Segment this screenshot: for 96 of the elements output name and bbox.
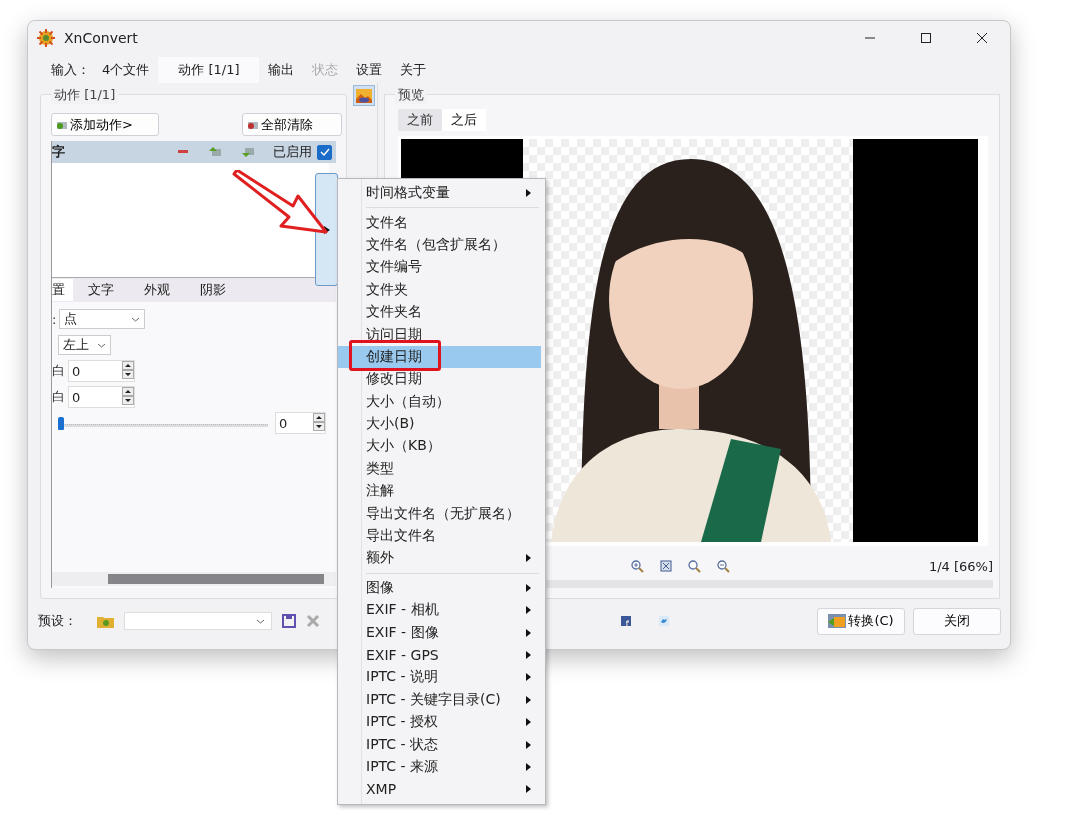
add-action-button[interactable]: 添加动作> (51, 113, 159, 137)
dropdown[interactable]: 点 (59, 309, 146, 330)
folder-icon[interactable] (97, 614, 114, 628)
tab[interactable]: 输出 (259, 57, 304, 84)
window-title: XnConvert (64, 30, 138, 46)
submenu-arrow-icon (526, 695, 531, 704)
remove-icon[interactable] (178, 150, 188, 155)
zoom-in-icon[interactable] (631, 559, 644, 573)
tab[interactable]: 之前 (398, 109, 442, 132)
menu-item[interactable]: 图像 (338, 576, 545, 600)
chevron-icon (256, 618, 265, 624)
close-dialog-button[interactable]: 关闭 (913, 607, 1001, 635)
chevron-icon (131, 316, 141, 322)
menu-item[interactable]: 导出文件名（无扩展名） (338, 502, 545, 525)
tab[interactable]: 阴影 (185, 279, 241, 302)
menu-item[interactable]: 大小（自动） (338, 390, 545, 413)
menu-item[interactable]: 文件编号 (338, 256, 545, 279)
field-label: 白 (52, 362, 65, 381)
menu-item[interactable]: 文件名 (338, 211, 545, 234)
group-title: 预览 (395, 86, 427, 105)
menu-item[interactable]: 文件夹 (338, 278, 545, 301)
image-icon (356, 88, 372, 103)
menu-item[interactable]: 文件名（包含扩展名） (338, 233, 545, 257)
preset-label: 预设： (38, 612, 77, 631)
submenu-arrow-icon (526, 583, 531, 592)
group-title: 动作 [1/1] (51, 86, 119, 105)
tab[interactable]: 输入： 4个文件 (42, 57, 159, 84)
tab[interactable]: 关于 (391, 57, 436, 84)
close-icon (976, 32, 988, 44)
move-up-icon[interactable] (209, 147, 221, 158)
tab[interactable]: 动作 [1/1] (158, 57, 260, 84)
spinner-arrows-icon[interactable] (313, 412, 325, 431)
enabled-label: 已启用 (273, 143, 312, 162)
number-field[interactable]: 0 (68, 360, 135, 383)
number-field[interactable]: 0 (68, 386, 135, 409)
menu-item[interactable]: IPTC - 来源 (338, 755, 545, 779)
add-icon (56, 119, 68, 130)
tab[interactable]: 外观 (129, 279, 185, 302)
submenu-arrow-icon (526, 718, 531, 727)
submenu-arrow-icon (526, 651, 531, 659)
number-field[interactable]: 0 (275, 412, 326, 435)
menu-item[interactable]: 额外 (338, 547, 545, 570)
menu-item[interactable]: 修改日期 (338, 368, 545, 391)
menu-item[interactable]: IPTC - 关键字目录(C) (338, 688, 545, 711)
submenu-arrow-icon (526, 762, 531, 771)
menu-item[interactable]: IPTC - 授权 (338, 711, 545, 734)
maximize-icon (920, 32, 932, 44)
menu-item[interactable]: XMP (338, 778, 545, 801)
tab[interactable]: 文字 (73, 279, 129, 302)
scrollbar-thumb[interactable] (108, 574, 324, 585)
spinner-arrows-icon[interactable] (122, 360, 134, 379)
chevron-icon (97, 342, 106, 348)
menu-item[interactable]: 大小(B) (338, 412, 545, 436)
tab[interactable]: 之后 (442, 109, 486, 132)
zoom-out-icon[interactable] (717, 559, 730, 573)
enabled-checkbox[interactable] (317, 144, 332, 160)
menu-item[interactable]: 创建日期 (338, 345, 541, 369)
gear-icon (36, 28, 56, 48)
field-label: : (52, 311, 57, 327)
tab[interactable]: 置 (52, 279, 73, 302)
menu-item[interactable]: 文件夹名 (338, 300, 545, 324)
delete-icon[interactable] (306, 614, 320, 629)
image-icon (828, 614, 847, 629)
menu-item[interactable]: EXIF - GPS (338, 643, 545, 667)
submenu-arrow-icon (526, 673, 531, 682)
field-label: 白 (52, 388, 65, 407)
spinner-arrows-icon[interactable] (122, 386, 134, 405)
submenu-arrow-icon (526, 554, 531, 563)
clear-all-button[interactable]: 全部清除 (242, 113, 342, 137)
menu-item[interactable]: 类型 (338, 457, 545, 481)
facebook-icon[interactable] (621, 616, 631, 627)
convert-button[interactable]: 转换(C) (817, 607, 905, 635)
save-icon[interactable] (282, 614, 296, 629)
menu-item[interactable]: IPTC - 状态 (338, 733, 545, 756)
action-name: 字 (52, 143, 65, 162)
submenu-arrow-icon (526, 785, 531, 794)
menu-item[interactable]: 大小（KB） (338, 435, 545, 458)
submenu-arrow-icon (526, 740, 531, 749)
submenu-arrow-icon (526, 628, 531, 637)
submenu-arrow-icon (526, 606, 531, 615)
submenu-arrow-icon (526, 189, 531, 198)
tab[interactable]: 设置 (347, 57, 392, 84)
menu-item[interactable]: 时间格式变量 (338, 182, 545, 205)
bird-icon[interactable] (659, 616, 669, 627)
preview-toggle-button[interactable] (353, 85, 375, 107)
move-down-icon[interactable] (242, 147, 254, 158)
menu-item[interactable]: EXIF - 图像 (338, 621, 545, 644)
menu-item[interactable]: 导出文件名 (338, 524, 545, 548)
fit-icon[interactable] (660, 559, 672, 572)
page-info: 1/4 [66%] (928, 558, 993, 574)
menu-item[interactable]: EXIF - 相机 (338, 599, 545, 622)
search-icon[interactable] (688, 559, 701, 573)
menu-item[interactable]: 注解 (338, 480, 545, 503)
clear-icon (247, 119, 259, 130)
dropdown[interactable]: 左上 (58, 335, 111, 356)
menu-item[interactable]: IPTC - 说明 (338, 666, 545, 689)
